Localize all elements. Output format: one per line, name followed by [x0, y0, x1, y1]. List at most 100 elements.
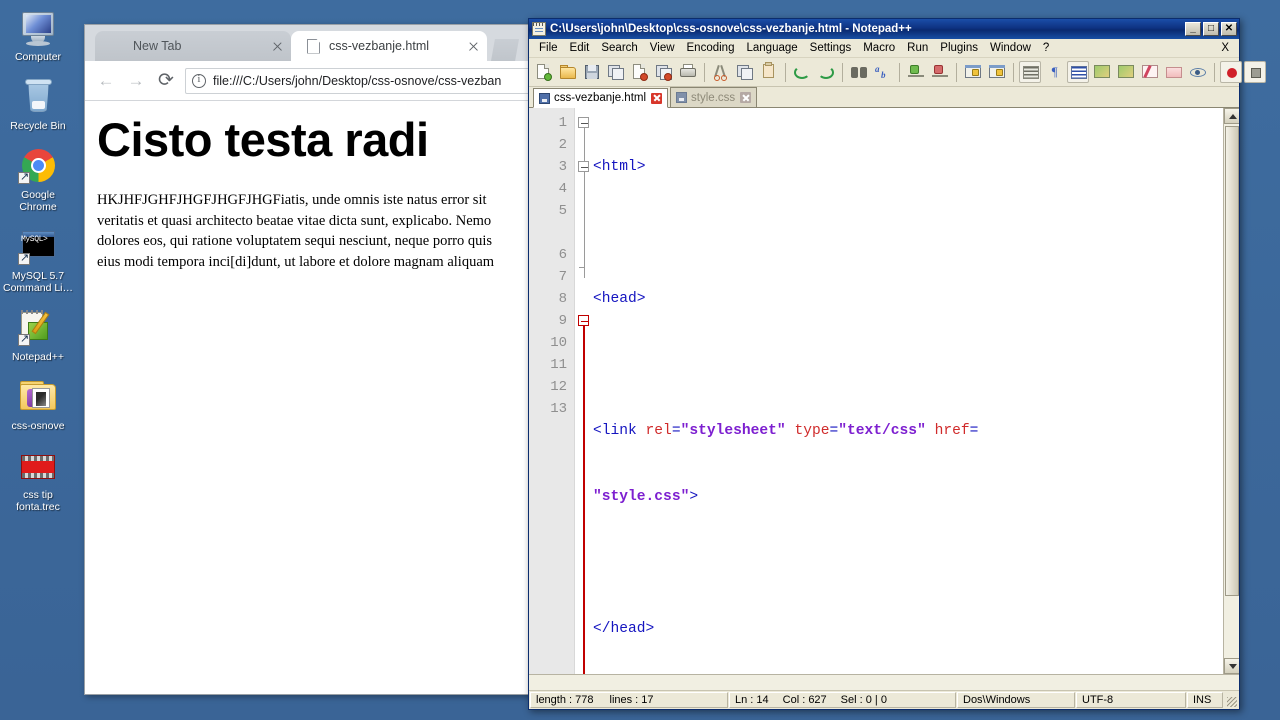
- menu-edit[interactable]: Edit: [564, 40, 596, 56]
- menu-settings[interactable]: Settings: [804, 40, 858, 56]
- desktop-icon-css-tip-fonta-trec[interactable]: css tip fonta.trec: [0, 446, 76, 513]
- redo-icon[interactable]: [815, 61, 837, 83]
- notepad-plus-plus-window: C:\Users\john\Desktop\css-osnove\css-vez…: [528, 18, 1266, 710]
- menu-encoding[interactable]: Encoding: [681, 40, 741, 56]
- zoom-in-icon[interactable]: [905, 61, 927, 83]
- npp-tab-css-vezbanje-html[interactable]: css-vezbanje.html: [533, 88, 669, 108]
- close-document-button[interactable]: X: [1215, 40, 1235, 56]
- code-text-area[interactable]: <html> <head> <link rel="stylesheet" typ…: [593, 108, 1239, 674]
- npp-tab-close-icon[interactable]: [651, 92, 663, 104]
- menu-language[interactable]: Language: [740, 40, 803, 56]
- monitoring-icon[interactable]: [1187, 61, 1209, 83]
- desktop-icon-css-osnove-folder[interactable]: css-osnove: [0, 377, 76, 432]
- document-map-icon[interactable]: [1115, 61, 1137, 83]
- replace-icon[interactable]: ab: [872, 61, 894, 83]
- new-tab-button[interactable]: [491, 39, 519, 61]
- editor-horizontal-scrollbar[interactable]: [529, 674, 1239, 690]
- npp-tab-style-css[interactable]: style.css: [670, 87, 758, 107]
- menu-help[interactable]: ?: [1037, 40, 1055, 56]
- line-number: 12: [550, 379, 567, 395]
- copy-icon[interactable]: [734, 61, 756, 83]
- status-length-lines: length : 778 lines : 17: [530, 692, 728, 708]
- npp-tab-close-icon[interactable]: [740, 92, 752, 103]
- sync-vertical-scroll-icon[interactable]: [962, 61, 984, 83]
- reload-icon[interactable]: ⟳: [151, 66, 181, 96]
- line-number: 1: [558, 115, 567, 131]
- line-number-gutter: 1 2 3 4 5 6 7 8 9 10 11 12 13: [529, 108, 575, 674]
- fold-row: [575, 310, 593, 332]
- menu-macro[interactable]: Macro: [857, 40, 901, 56]
- menu-run[interactable]: Run: [901, 40, 934, 56]
- code-folding-column[interactable]: [575, 108, 593, 674]
- stop-recording-icon[interactable]: [1244, 61, 1266, 83]
- info-circle-icon: [192, 73, 206, 88]
- menu-file[interactable]: File: [533, 40, 564, 56]
- line-number: 9: [558, 313, 567, 329]
- fold-row: [575, 156, 593, 178]
- menu-search[interactable]: Search: [595, 40, 643, 56]
- close-all-icon[interactable]: [653, 61, 675, 83]
- desktop-icon-label: Notepad++: [12, 351, 64, 363]
- page-paragraph-line: veritatis et quasi architecto beatae vit…: [97, 212, 492, 229]
- close-file-icon[interactable]: [629, 61, 651, 83]
- line-number: 5: [558, 203, 567, 219]
- undo-icon[interactable]: [791, 61, 813, 83]
- sync-horizontal-scroll-icon[interactable]: [986, 61, 1008, 83]
- status-lines: lines : 17: [609, 694, 654, 706]
- desktop-icon-google-chrome[interactable]: Google Chrome: [0, 146, 76, 213]
- scroll-down-arrow-icon[interactable]: [1224, 658, 1239, 674]
- minimize-button[interactable]: _: [1185, 22, 1201, 36]
- function-list-icon[interactable]: [1139, 61, 1161, 83]
- code-line: <head>: [593, 291, 646, 307]
- folder-as-workspace-icon[interactable]: [1163, 61, 1185, 83]
- close-button[interactable]: ✕: [1221, 22, 1237, 36]
- zoom-out-icon[interactable]: [929, 61, 951, 83]
- forward-icon[interactable]: →: [121, 66, 151, 96]
- address-bar[interactable]: file:///C:/Users/john/Desktop/css-osnove…: [185, 67, 537, 94]
- desktop-icon-notepad-plus-plus[interactable]: Notepad++: [0, 308, 76, 363]
- npp-toolbar: ab ¶: [529, 58, 1266, 87]
- show-all-characters-icon[interactable]: ¶: [1043, 61, 1065, 83]
- desktop-icon-computer[interactable]: Computer: [0, 8, 76, 63]
- tab-close-icon[interactable]: [269, 38, 285, 54]
- status-encoding: UTF-8: [1076, 692, 1186, 708]
- vertical-scrollbar-thumb[interactable]: [1225, 126, 1239, 596]
- desktop-icon-label: Computer: [14, 51, 62, 63]
- record-macro-icon[interactable]: [1220, 61, 1242, 83]
- resize-grip-icon[interactable]: [1223, 691, 1239, 709]
- desktop-icon-recycle-bin[interactable]: Recycle Bin: [0, 77, 76, 132]
- status-eol-format: Dos\Windows: [957, 692, 1075, 708]
- save-icon[interactable]: [581, 61, 603, 83]
- editor-vertical-scrollbar[interactable]: [1223, 108, 1239, 674]
- line-number: 11: [550, 357, 567, 373]
- browser-tab-css-vezbanje[interactable]: css-vezbanje.html: [291, 31, 487, 61]
- menu-window[interactable]: Window: [984, 40, 1037, 56]
- npp-code-editor[interactable]: 1 2 3 4 5 6 7 8 9 10 11 12 13 <html> <he…: [529, 108, 1239, 674]
- print-icon[interactable]: [677, 61, 699, 83]
- word-wrap-icon[interactable]: [1019, 61, 1041, 83]
- tab-close-icon[interactable]: [465, 38, 481, 54]
- chrome-browser-window: New Tab css-vezbanje.html ← → ⟳ file:///…: [84, 24, 544, 695]
- desktop-icon-list: Computer Recycle Bin Google Chrome MySQL…: [0, 8, 76, 527]
- tab-label: New Tab: [133, 39, 182, 53]
- ui-toggle-icon[interactable]: [1091, 61, 1113, 83]
- menu-plugins[interactable]: Plugins: [934, 40, 984, 56]
- save-all-icon[interactable]: [605, 61, 627, 83]
- find-icon[interactable]: [848, 61, 870, 83]
- browser-tab-new-tab[interactable]: New Tab: [95, 31, 291, 61]
- cut-icon[interactable]: [710, 61, 732, 83]
- status-caret-position: Ln : 14 Col : 627 Sel : 0 | 0: [729, 692, 956, 708]
- back-icon[interactable]: ←: [91, 66, 121, 96]
- fold-toggle-icon[interactable]: [578, 161, 589, 172]
- fold-toggle-icon-active[interactable]: [578, 315, 589, 326]
- open-file-icon[interactable]: [557, 61, 579, 83]
- new-file-icon[interactable]: [533, 61, 555, 83]
- line-number: 8: [558, 291, 567, 307]
- desktop-icon-mysql-command-line[interactable]: MySQL> MySQL 5.7 Command Li…: [0, 227, 76, 294]
- scroll-up-arrow-icon[interactable]: [1224, 108, 1239, 124]
- paste-icon[interactable]: [758, 61, 780, 83]
- fold-toggle-icon[interactable]: [578, 117, 589, 128]
- menu-view[interactable]: View: [644, 40, 681, 56]
- indent-guideline-icon[interactable]: [1067, 61, 1089, 83]
- maximize-button[interactable]: □: [1203, 22, 1219, 36]
